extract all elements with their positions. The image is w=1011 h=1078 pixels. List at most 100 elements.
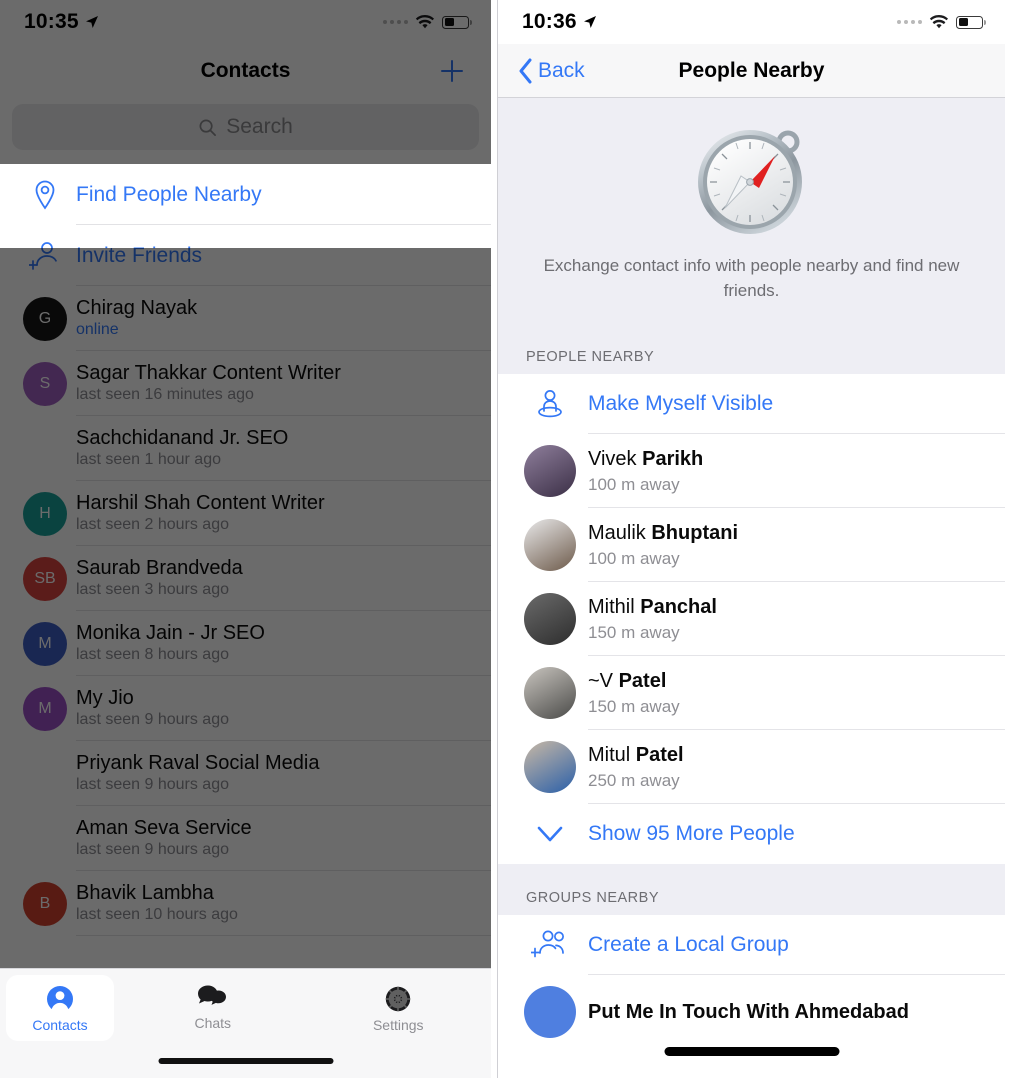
person-visible-icon — [512, 387, 588, 421]
person-nearby-row[interactable]: Mithil Panchal 150 m away — [498, 582, 1005, 657]
tab-contacts[interactable]: Contacts — [6, 975, 114, 1041]
contact-row[interactable]: SB Saurab Brandveda last seen 3 hours ago — [0, 546, 491, 611]
make-myself-visible-row[interactable]: Make Myself Visible — [498, 374, 1005, 435]
person-add-icon — [14, 241, 76, 271]
contact-text: Priyank Raval Social Media last seen 9 ho… — [76, 753, 319, 794]
contact-row[interactable]: Sachchidanand Jr. SEO last seen 1 hour ag… — [0, 416, 491, 481]
left-phone-contacts-screen: 10:35 Contacts Search Find People Nearby… — [0, 0, 497, 1078]
contact-status: last seen 9 hours ago — [76, 841, 229, 859]
avatar — [512, 445, 588, 498]
person-first-name: ~V — [588, 669, 614, 692]
right-phone-people-nearby-screen: 10:36 Back People Nearby Exchange contac… — [497, 0, 1005, 1078]
make-myself-visible-label: Make Myself Visible — [588, 392, 774, 416]
avatar-initials: B — [23, 881, 67, 926]
contact-row[interactable]: S Sagar Thakkar Content Writer last seen 1… — [0, 351, 491, 416]
battery-icon — [442, 15, 472, 29]
avatar: H — [14, 491, 76, 536]
group-name: Put Me In Touch With Ahmedabad — [588, 1000, 909, 1023]
contact-name: Harshil Shah Content Writer — [76, 492, 325, 515]
person-nearby-row[interactable]: Mitul Patel 250 m away — [498, 730, 1005, 805]
contact-row[interactable]: Priyank Raval Social Media last seen 9 ho… — [0, 741, 491, 806]
person-circle-icon — [47, 986, 73, 1013]
person-first-name: Mitul — [588, 743, 631, 766]
contact-row[interactable]: Aman Seva Service last seen 9 hours ago — [0, 806, 491, 871]
avatar-initials: H — [23, 491, 67, 536]
avatar: S — [14, 361, 76, 406]
contact-row[interactable]: G Chirag Nayak online — [0, 286, 491, 351]
back-button[interactable]: Back — [518, 58, 585, 84]
show-more-people-label: Show 95 More People — [588, 822, 795, 846]
person-text: Mithil Panchal 150 m away — [588, 596, 717, 643]
dual-phone-screenshot: 10:35 Contacts Search Find People Nearby… — [0, 0, 1011, 1078]
contact-row[interactable]: M My Jio last seen 9 hours ago — [0, 676, 491, 741]
people-nearby-list: Make Myself Visible Vivek Parikh 100 m aw… — [498, 374, 1005, 865]
avatar: M — [14, 686, 76, 731]
status-icons-left — [383, 14, 472, 30]
person-nearby-row[interactable]: ~V Patel 150 m away — [498, 656, 1005, 731]
home-indicator-left — [158, 1058, 333, 1064]
hero-description: Exchange contact info with people nearby… — [543, 256, 960, 300]
avatar — [512, 519, 588, 572]
bottom-tab-bar: Contacts Chats Settings — [0, 968, 491, 1078]
person-distance: 100 m away — [588, 548, 680, 568]
groups-nearby-section-header: GROUPS NEARBY — [498, 864, 1005, 916]
contact-row[interactable]: H Harshil Shah Content Writer last seen 2 … — [0, 481, 491, 546]
status-time-left: 10:35 — [24, 10, 100, 34]
tab-contacts-label: Contacts — [32, 1017, 88, 1033]
contact-row[interactable]: B Bhavik Lambha last seen 10 hours ago — [0, 871, 491, 936]
contact-row[interactable]: M Monika Jain - Jr SEO last seen 8 hours a… — [0, 611, 491, 676]
plus-icon[interactable] — [439, 58, 465, 84]
contact-name: Saurab Brandveda — [76, 557, 243, 580]
person-last-name: Panchal — [640, 595, 717, 618]
create-local-group-label: Create a Local Group — [588, 933, 789, 957]
show-more-people-row[interactable]: Show 95 More People — [498, 804, 1005, 865]
contacts-list: G Chirag Nayak online S Sagar Thakkar Conten… — [0, 286, 491, 936]
contact-name: Sagar Thakkar Content Writer — [76, 362, 341, 385]
contact-status: last seen 3 hours ago — [76, 581, 229, 599]
invite-friends-row[interactable]: Invite Friends — [0, 225, 491, 286]
group-avatar — [524, 986, 576, 1039]
tab-settings[interactable]: Settings — [306, 975, 492, 1033]
search-input[interactable]: Search — [12, 104, 479, 150]
person-first-name: Mithil — [588, 595, 635, 618]
chevron-down-icon — [512, 824, 588, 844]
contact-status: last seen 8 hours ago — [76, 646, 229, 664]
person-text: Vivek Parikh 100 m away — [588, 448, 703, 495]
avatar — [512, 741, 588, 794]
person-last-name: Patel — [635, 743, 684, 766]
home-indicator-right — [664, 1047, 839, 1056]
person-distance: 250 m away — [588, 770, 680, 790]
person-distance: 100 m away — [588, 474, 680, 494]
person-nearby-row[interactable]: Maulik Bhuptani 100 m away — [498, 508, 1005, 583]
avatar-initials — [23, 427, 67, 471]
contact-name: Sachchidanand Jr. SEO — [76, 427, 289, 450]
avatar — [14, 817, 76, 861]
person-text: Maulik Bhuptani 100 m away — [588, 522, 738, 569]
create-local-group-row[interactable]: Create a Local Group — [498, 915, 1005, 976]
person-nearby-row[interactable]: Vivek Parikh 100 m away — [498, 434, 1005, 509]
person-first-name: Vivek — [588, 447, 637, 470]
find-people-nearby-label: Find People Nearby — [76, 182, 262, 206]
contact-text: Sachchidanand Jr. SEO last seen 1 hour ag… — [76, 428, 288, 469]
people-add-icon — [512, 929, 588, 961]
contact-text: Sagar Thakkar Content Writer last seen 16… — [76, 363, 341, 404]
wifi-icon — [929, 14, 948, 28]
contact-status: last seen 9 hours ago — [76, 711, 229, 729]
status-icons-right — [897, 14, 986, 30]
groups-nearby-list: Create a Local Group Put Me In Touch Wit… — [498, 915, 1005, 1050]
row-divider — [76, 935, 491, 936]
find-people-nearby-row[interactable]: Find People Nearby — [0, 164, 491, 225]
avatar: G — [14, 296, 76, 341]
tab-chats[interactable]: Chats — [120, 975, 306, 1031]
person-name: Maulik Bhuptani — [588, 522, 738, 545]
contact-text: Chirag Nayak online — [76, 298, 197, 339]
compass-illustration — [498, 122, 1005, 240]
contact-status: last seen 1 hour ago — [76, 451, 221, 469]
person-distance: 150 m away — [588, 622, 680, 642]
avatar-initials — [23, 817, 67, 861]
hero-section: Exchange contact info with people nearby… — [498, 98, 1005, 320]
group-nearby-row[interactable]: Put Me In Touch With Ahmedabad — [498, 975, 1005, 1050]
contact-text: Harshil Shah Content Writer last seen 2 h… — [76, 493, 325, 534]
contact-status: last seen 9 hours ago — [76, 776, 229, 794]
person-last-name: Patel — [618, 669, 667, 692]
